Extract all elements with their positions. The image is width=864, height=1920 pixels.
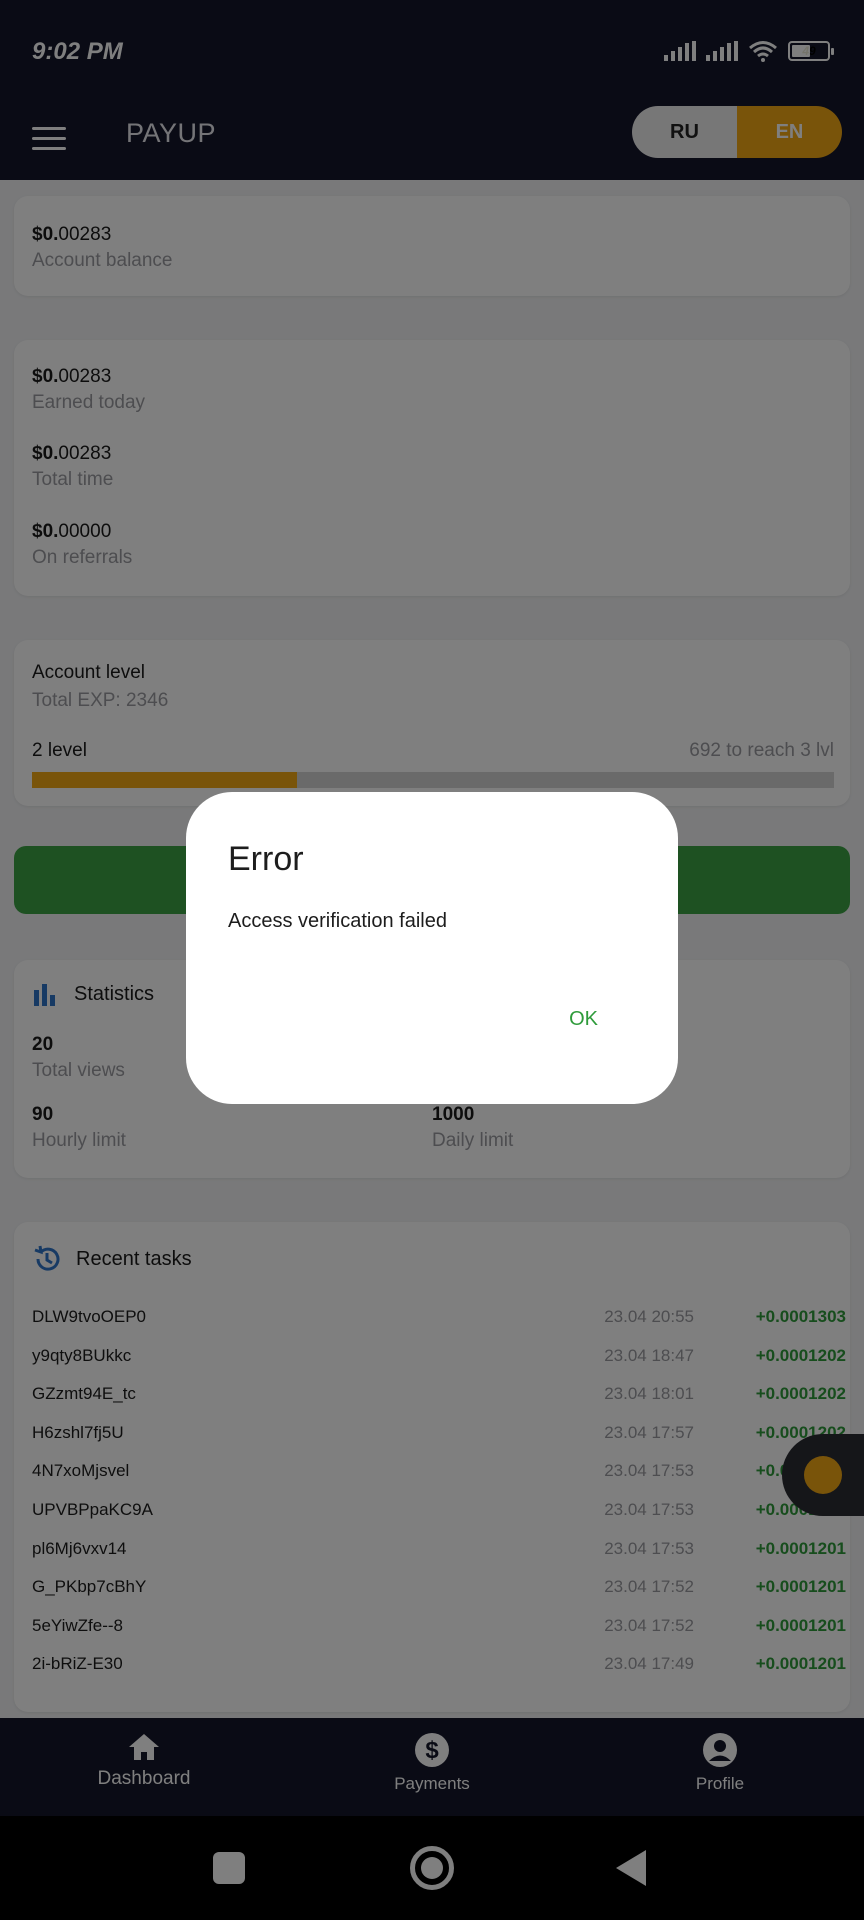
dialog-ok-button[interactable]: OK <box>569 1008 598 1031</box>
error-dialog: Error Access verification failed OK <box>186 792 678 1104</box>
dialog-title: Error <box>228 840 304 878</box>
dialog-message: Access verification failed <box>228 910 447 932</box>
